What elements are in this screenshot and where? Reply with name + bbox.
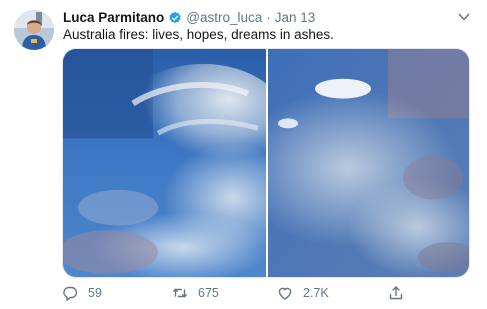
reply-count: 59 — [88, 286, 102, 300]
tweet-header: Luca Parmitano @astro_luca · Jan 13 — [63, 10, 315, 26]
photo-right[interactable] — [268, 49, 469, 277]
reply-button[interactable]: 59 — [62, 283, 102, 303]
share-button[interactable] — [388, 283, 414, 303]
retweet-button[interactable]: 675 — [172, 283, 219, 303]
like-button[interactable]: 2.7K — [277, 283, 329, 303]
photo-left[interactable] — [63, 49, 266, 277]
heart-icon — [278, 287, 292, 300]
author-name[interactable]: Luca Parmitano — [63, 10, 164, 26]
tweet-media — [62, 48, 470, 278]
chevron-down-icon[interactable] — [457, 10, 471, 24]
avatar[interactable] — [14, 10, 54, 50]
tweet-card[interactable]: Luca Parmitano @astro_luca · Jan 13 Aust… — [0, 0, 487, 309]
share-icon — [389, 286, 403, 300]
reply-icon — [63, 286, 78, 301]
like-count: 2.7K — [303, 286, 329, 300]
retweet-icon — [173, 288, 187, 298]
satellite-smoke-image-2 — [268, 49, 469, 277]
tweet-actions: 59 675 2.7K — [62, 283, 482, 303]
astronaut-avatar-image — [14, 10, 54, 50]
tweet-date[interactable]: Jan 13 — [275, 10, 316, 26]
separator-dot: · — [266, 10, 271, 25]
satellite-smoke-image-1 — [63, 49, 266, 277]
retweet-count: 675 — [198, 286, 219, 300]
tweet-text: Australia fires: lives, hopes, dreams in… — [63, 27, 334, 42]
author-handle[interactable]: @astro_luca — [186, 10, 262, 26]
verified-badge-icon — [168, 11, 182, 25]
